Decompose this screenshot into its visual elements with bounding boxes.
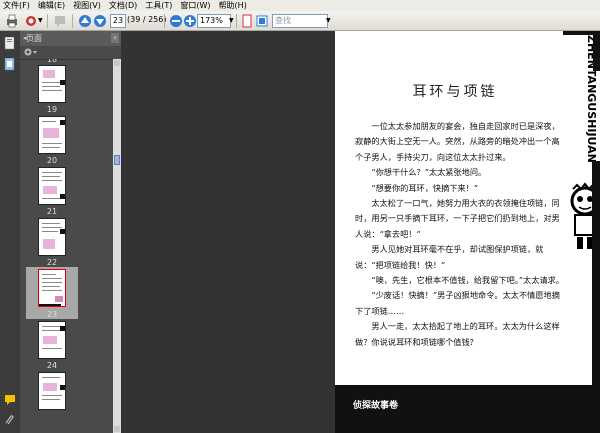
menu-document[interactable]: 文档(D): [109, 0, 137, 11]
menu-bar: 文件(F) 编辑(E) 视图(V) 文档(D) 工具(T) 窗口(W) 帮助(H…: [0, 0, 600, 11]
fit-width-button[interactable]: [254, 13, 269, 28]
comments-panel-icon[interactable]: [4, 393, 16, 408]
arrow-up-icon: [78, 14, 91, 27]
menu-help[interactable]: 帮助(H): [219, 0, 247, 11]
menu-view[interactable]: 视图(V): [73, 0, 101, 11]
thumb-label-22: 22: [46, 258, 58, 267]
search-dropdown-icon[interactable]: ▼: [326, 17, 331, 32]
paragraph: “想要你的耳环，快摘下来！”: [371, 182, 479, 193]
arrow-down-icon: [93, 14, 106, 27]
scrollbar-thumb[interactable]: [114, 155, 120, 165]
footer-title: 侦探故事卷: [353, 401, 399, 411]
thumb-label-18: 18: [46, 59, 58, 64]
paragraph: 一位太太参加朋友的宴会，独自走回家时已是深夜，寂静的大街上空无一人。突然，从路旁…: [355, 121, 560, 162]
page-title: 耳环与项链: [412, 84, 498, 100]
zoom-in-button[interactable]: [182, 13, 197, 28]
thumb-label-19: 19: [46, 105, 58, 114]
thumbnail-page-21[interactable]: [38, 218, 66, 256]
thumb-label-23: 23: [46, 310, 58, 319]
thumbnail-page-19[interactable]: [38, 116, 66, 154]
page-icon: [242, 14, 251, 27]
thumbnail-panel-title: 页面: [26, 34, 42, 43]
print-button[interactable]: [4, 13, 19, 28]
document-viewer[interactable]: ZHENTANGUSHIJUAN 耳环与项链 一位太太参加朋友的宴会，独自走回家…: [121, 31, 600, 433]
thumbnail-scrollbar[interactable]: [113, 59, 121, 433]
document-page: ZHENTANGUSHIJUAN 耳环与项链 一位太太参加朋友的宴会，独自走回家…: [335, 31, 600, 433]
thumbnail-page-24[interactable]: [38, 321, 66, 359]
menu-edit[interactable]: 编辑(E): [38, 0, 65, 11]
comment-icon: [54, 15, 65, 27]
fit-page-button[interactable]: [239, 13, 254, 28]
paragraph: 太太松了一口气，她努力用大衣的衣领掩住项链，同时，用另一只手摘下耳环，一下子把它…: [355, 198, 560, 239]
scroll-down-arrow[interactable]: [114, 426, 120, 432]
share-dropdown-icon[interactable]: ▼: [38, 17, 43, 32]
thumbnail-list: 18 19 20 21 22 23 24: [20, 59, 113, 433]
menu-window[interactable]: 窗口(W): [180, 0, 210, 11]
zoom-out-button[interactable]: [168, 13, 183, 28]
toolbar: ▼ 23 (39 / 256) 173% ▼ 查找 ▼: [0, 11, 600, 31]
page-footer: 侦探故事卷: [335, 385, 600, 433]
thumbnail-panel-options-button[interactable]: ‹: [111, 33, 119, 43]
zoom-in-icon: [183, 14, 196, 27]
menu-file[interactable]: 文件(F): [3, 0, 30, 11]
thumbnail-panel-header: ◂ 页面 ‹: [20, 31, 121, 46]
zoom-out-icon: [169, 14, 182, 27]
paragraph: “少废话！快摘！”男子凶狠地命令。太太不情愿地摘下了项链……: [355, 290, 560, 316]
printer-icon: [6, 14, 17, 27]
thumbnail-toolbar: [20, 46, 121, 60]
thumbnail-page-25[interactable]: [38, 372, 66, 410]
page-count: (39 / 256): [127, 15, 167, 24]
thumb-label-21: 21: [46, 207, 58, 216]
thumb-label-20: 20: [46, 156, 58, 165]
prev-page-button[interactable]: [77, 13, 92, 28]
thumb-label-24: 24: [46, 361, 58, 370]
thumbnail-panel: ◂ 页面 ‹ 18 19 20 21 22 23 24: [20, 31, 121, 433]
pages-panel-icon[interactable]: [4, 36, 16, 53]
thumbnail-page-20[interactable]: [38, 167, 66, 205]
thumbnail-page-18[interactable]: [38, 65, 66, 103]
zoom-dropdown-icon[interactable]: ▼: [229, 17, 234, 32]
search-input[interactable]: 查找: [272, 14, 328, 28]
fit-width-icon: [256, 15, 267, 26]
next-page-button[interactable]: [92, 13, 107, 28]
paragraph: “你想干什么？”太太紧张地问。: [371, 167, 487, 178]
page-number-input[interactable]: 23: [110, 14, 126, 28]
paragraph: “噢，先生，它根本不值钱，给我留下吧。”太太请求。: [371, 275, 564, 286]
story-body: 一位太太参加朋友的宴会，独自走回家时已是深夜，寂静的大街上空无一人。突然，从路旁…: [355, 119, 565, 350]
scroll-up-arrow[interactable]: [114, 60, 120, 66]
attachment-panel-icon[interactable]: [4, 414, 16, 429]
bookmarks-panel-icon[interactable]: [4, 57, 16, 74]
paragraph: 男人见她对耳环毫不在乎，却试图保护项链，就说：“把项链给我！快！”: [355, 244, 544, 270]
zoom-input[interactable]: 173%: [197, 14, 231, 28]
share-button[interactable]: [23, 13, 38, 28]
menu-tools[interactable]: 工具(T): [145, 0, 172, 11]
share-icon: [25, 15, 36, 26]
paragraph: 男人一走，太太拾起了地上的耳环。太太为什么这样做？你说说耳环和项链哪个值钱？: [355, 321, 560, 347]
navigation-pane: [0, 31, 21, 433]
comment-button[interactable]: [52, 13, 67, 28]
thumbnail-page-23-selected[interactable]: [38, 269, 66, 307]
